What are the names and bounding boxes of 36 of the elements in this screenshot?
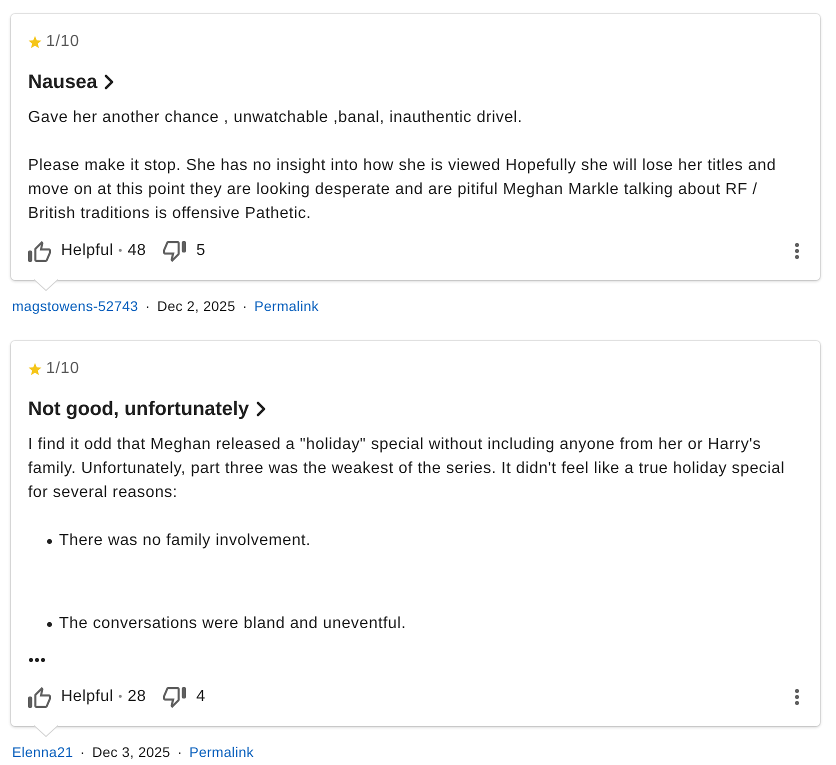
thumbs-down-icon [163, 686, 186, 708]
permalink-link[interactable]: Permalink [189, 742, 254, 762]
unhelpful-button[interactable]: 5 [163, 235, 206, 267]
thumbs-down-icon [163, 240, 186, 262]
helpful-button[interactable]: Helpful • 48 [28, 235, 146, 267]
thumbs-up-icon [28, 686, 51, 708]
list-item-text: The conversations were bland and uneventful. [59, 614, 406, 634]
separator-dot: · [242, 297, 248, 316]
chevron-right-icon [256, 401, 266, 417]
kebab-menu-icon [795, 689, 799, 705]
review-paragraph: Gave her another chance , unwatchable ,banal, inauthentic drivel. [28, 108, 524, 128]
unhelpful-button[interactable]: 4 [163, 681, 206, 713]
separator-dot: · [177, 743, 182, 762]
bullet-icon [47, 622, 52, 626]
permalink-link[interactable]: Permalink [254, 296, 319, 316]
kebab-menu-icon [795, 243, 799, 259]
review-paragraph: Please make it stop. She has no insight into how she is viewed Hopefully she will lose her titles and move on at this point they are looking desperate and are pitiful Meghan Markle talking about RF / British traditions is offensive Pathetic. [28, 156, 778, 224]
star-icon [28, 362, 42, 376]
rating-score: 1/10 [46, 360, 80, 378]
review-paragraph: I find it odd that Meghan released a "holiday" special without including anyone from her or Harry's family. Unfortunately, part three was the weakest of the series. It didn't feel like a true holiday special for several reasons: [28, 435, 786, 503]
chevron-right-icon [104, 74, 114, 90]
review-date: Dec 3, 2025 [92, 743, 170, 762]
rating-score: 1/10 [46, 33, 80, 51]
thumbs-up-icon [28, 240, 51, 262]
review-date: Dec 2, 2025 [157, 297, 236, 316]
separator-dot: · [145, 297, 150, 316]
review-title-link[interactable]: Not good, unfortunately [28, 395, 266, 423]
review-title-link[interactable]: Nausea [28, 68, 114, 96]
ellipsis-icon [29, 658, 45, 662]
helpful-button[interactable]: Helpful • 28 [28, 681, 146, 713]
separator-dot: · [80, 743, 86, 762]
author-link[interactable]: magstowens-52743 [12, 296, 138, 316]
bullet-icon [47, 538, 52, 544]
star-icon [28, 36, 42, 48]
list-item-text: There was no family involvement. [59, 531, 311, 551]
author-link[interactable]: Elenna21 [12, 742, 74, 762]
